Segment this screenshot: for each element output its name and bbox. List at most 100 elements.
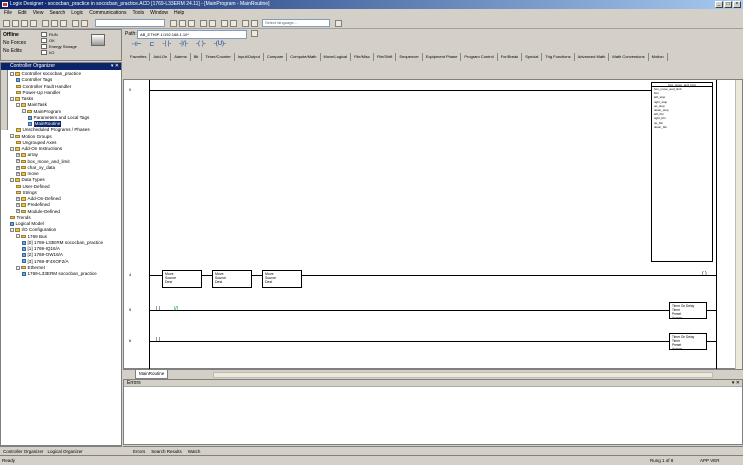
- search-combo[interactable]: [95, 19, 165, 27]
- instruction-tab[interactable]: Timer/Counter: [202, 53, 235, 61]
- menu-communications[interactable]: Communications: [89, 9, 126, 18]
- properties-icon[interactable]: [230, 20, 237, 27]
- menu-file[interactable]: File: [4, 9, 12, 18]
- verify-icon[interactable]: [188, 20, 195, 27]
- menu-view[interactable]: View: [33, 9, 44, 18]
- save-icon[interactable]: [21, 20, 28, 27]
- contact-icon[interactable]: | |: [156, 306, 160, 312]
- tab-main-routine[interactable]: MainRoutine: [135, 370, 169, 379]
- path-browse-icon[interactable]: [251, 30, 258, 37]
- expand-icon[interactable]: +: [16, 203, 20, 208]
- menu-edit[interactable]: Edit: [18, 9, 27, 18]
- instruction-tab[interactable]: For/Break: [498, 53, 523, 61]
- collapse-icon[interactable]: -: [10, 178, 14, 183]
- instruction-tab[interactable]: File/Misc: [351, 53, 374, 61]
- menu-help[interactable]: Help: [174, 9, 184, 18]
- ladder-horizontal-scrollbar[interactable]: [213, 372, 713, 378]
- copy-icon[interactable]: [51, 20, 58, 27]
- organizer-close-icon[interactable]: ▾ ✕: [111, 63, 119, 70]
- instruction-tab[interactable]: Add-On: [150, 53, 172, 61]
- move-block[interactable]: Move Source Dest: [212, 270, 252, 288]
- expand-icon[interactable]: +: [16, 209, 20, 214]
- path-field[interactable]: AB_ETHIP-1\192.168.1.10*: [137, 30, 247, 39]
- tab-search-results[interactable]: Search Results: [151, 447, 182, 455]
- instruction-tab[interactable]: Input/Output: [235, 53, 264, 61]
- instruction-tab[interactable]: Favorites: [127, 53, 151, 61]
- menu-window[interactable]: Window: [150, 9, 168, 18]
- organizer-icon[interactable]: [200, 20, 207, 27]
- ton-block[interactable]: Timer On Delay Timer Preset Accum: [669, 302, 707, 320]
- tab-controller-organizer[interactable]: Controller Organizer: [3, 447, 44, 455]
- undo-icon[interactable]: [72, 20, 79, 27]
- tree-item[interactable]: 1769-L33ERM sococban_practice: [10, 271, 122, 277]
- xio-icon[interactable]: -|/|-: [179, 41, 188, 48]
- menu-logic[interactable]: Logic: [71, 9, 83, 18]
- close-button[interactable]: ×: [733, 1, 741, 8]
- expand-icon[interactable]: +: [16, 171, 20, 176]
- ton-block[interactable]: Timer On Delay Timer Preset Accum: [669, 333, 707, 351]
- collapse-icon[interactable]: -: [16, 234, 20, 239]
- tab-errors[interactable]: Errors: [133, 447, 145, 455]
- find-next-icon[interactable]: [179, 20, 186, 27]
- maximize-button[interactable]: □: [724, 1, 732, 8]
- collapse-icon[interactable]: -: [16, 103, 20, 108]
- move-block[interactable]: Move Source Dest: [162, 270, 202, 288]
- ladder-vertical-scrollbar[interactable]: [735, 80, 742, 370]
- move-block[interactable]: Move Source Dest: [262, 270, 302, 288]
- expand-icon[interactable]: +: [16, 196, 20, 201]
- coil-icon[interactable]: ( ): [702, 271, 707, 277]
- collapse-icon[interactable]: -: [10, 96, 14, 101]
- rung-icon[interactable]: ⊣⊢: [131, 41, 141, 48]
- zoom-in-icon[interactable]: [242, 20, 249, 27]
- ote-icon[interactable]: -( )-: [196, 41, 206, 48]
- collapse-icon[interactable]: -: [10, 146, 14, 151]
- instruction-tab[interactable]: Compare: [264, 53, 288, 61]
- errors-close-icon[interactable]: ▾ ✕: [732, 380, 740, 387]
- menu-search[interactable]: Search: [49, 9, 65, 18]
- instruction-tab[interactable]: Program Control: [461, 53, 498, 61]
- collapse-icon[interactable]: -: [10, 71, 14, 76]
- mode-label[interactable]: Offline: [3, 32, 19, 38]
- contact-icon[interactable]: |/|: [174, 306, 178, 312]
- otu-icon[interactable]: -(U)-: [214, 41, 226, 48]
- expand-icon[interactable]: +: [16, 165, 20, 170]
- contact-icon[interactable]: | |: [156, 337, 160, 343]
- instruction-tab[interactable]: Move/Logical: [321, 53, 352, 61]
- menu-tools[interactable]: Tools: [132, 9, 144, 18]
- redo-icon[interactable]: [81, 20, 88, 27]
- aoi-block[interactable]: box_move_and_limit box_move_and_limit box…: [651, 82, 713, 262]
- collapse-icon[interactable]: -: [16, 265, 20, 270]
- open-icon[interactable]: [12, 20, 19, 27]
- cross-ref-icon[interactable]: [221, 20, 228, 27]
- tag-browser-icon[interactable]: [209, 20, 216, 27]
- paste-icon[interactable]: [60, 20, 67, 27]
- instruction-tab[interactable]: Equipment Phase: [423, 53, 462, 61]
- zoom-out-icon[interactable]: [251, 20, 258, 27]
- ladder-editor[interactable]: 0 box_move_and_limit box_move_and_limit b…: [123, 79, 743, 370]
- language-select[interactable]: Select language...: [262, 19, 330, 27]
- expand-icon[interactable]: +: [16, 153, 20, 158]
- minimize-button[interactable]: _: [715, 1, 723, 8]
- collapse-icon[interactable]: -: [10, 228, 14, 233]
- instruction-tab[interactable]: Compute/Math: [287, 53, 321, 61]
- organizer-side-tab[interactable]: [1, 70, 8, 130]
- language-go-icon[interactable]: [335, 20, 342, 27]
- expand-icon[interactable]: +: [16, 159, 20, 164]
- instruction-tab[interactable]: Trig Functions: [542, 53, 575, 61]
- instruction-tab[interactable]: Motion: [649, 53, 668, 61]
- print-icon[interactable]: [30, 20, 37, 27]
- collapse-icon[interactable]: -: [10, 134, 14, 139]
- collapse-icon[interactable]: -: [22, 109, 26, 114]
- find-icon[interactable]: [170, 20, 177, 27]
- xic-icon[interactable]: -| |-: [162, 41, 171, 48]
- instruction-tab[interactable]: File/Shift: [374, 53, 397, 61]
- instruction-tab[interactable]: Sequencer: [396, 53, 423, 61]
- tab-watch[interactable]: Watch: [188, 447, 201, 455]
- new-icon[interactable]: [3, 20, 10, 27]
- instruction-tab[interactable]: Bit: [191, 53, 203, 61]
- instruction-tab[interactable]: Alarms: [171, 53, 191, 61]
- instruction-tab[interactable]: Advanced Math: [575, 53, 610, 61]
- branch-icon[interactable]: ⊏: [149, 41, 154, 48]
- instruction-tab[interactable]: Special: [522, 53, 543, 61]
- instruction-tab[interactable]: Math Conversions: [609, 53, 649, 61]
